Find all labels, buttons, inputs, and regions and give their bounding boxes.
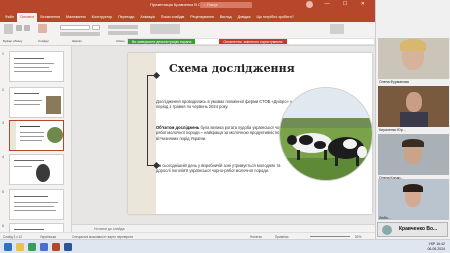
powerpoint-icon[interactable] [52, 243, 60, 251]
thumbnail-5[interactable] [9, 189, 64, 220]
notification-bar: Ви завершили демонстрацію екрана Оновлен… [127, 38, 375, 45]
find-icon[interactable] [330, 24, 344, 34]
tab-design[interactable]: Конструктор [89, 13, 116, 22]
notes-pane[interactable]: Нотатки до слайда [72, 224, 375, 232]
tell-me-box[interactable]: Що потрібно зробити? [254, 13, 297, 22]
slide-paragraph-2[interactable]: Об'єктом досліджень була велика рогата х… [156, 125, 294, 141]
tab-animations[interactable]: Анімація [137, 13, 157, 22]
zoom-app-icon[interactable] [40, 243, 48, 251]
group-slides: Слайди [38, 39, 49, 43]
tab-insert[interactable]: Вставлення [37, 13, 63, 22]
search-box[interactable]: ⌕ Пошук [200, 1, 252, 8]
start-icon[interactable] [4, 243, 12, 251]
clock-time: 16:42 [436, 242, 445, 246]
tab-help[interactable]: Довідка [235, 13, 254, 22]
slide-paragraph-3[interactable]: На сьогоднішній день у виробничій зоні у… [156, 163, 294, 174]
thumb-number: 1 [2, 52, 4, 56]
font-format-buttons[interactable] [60, 32, 100, 36]
cut-icon[interactable] [16, 25, 22, 31]
thumbnail-4[interactable] [9, 154, 64, 185]
ribbon-tabs: Файл Основне Вставлення Малювання Констр… [0, 9, 375, 22]
align-buttons[interactable] [108, 31, 138, 35]
zoom-level[interactable]: 52% [355, 235, 361, 239]
group-paragraph: Абзац [116, 39, 125, 43]
word-icon[interactable] [64, 243, 72, 251]
paste-icon[interactable] [4, 24, 13, 34]
thumbnail-3-selected[interactable] [9, 120, 64, 151]
browser-icon[interactable] [28, 243, 36, 251]
tab-file[interactable]: Файл [2, 13, 17, 22]
participant-tile[interactable] [378, 134, 449, 175]
tab-slideshow[interactable]: Показ слайдів [158, 13, 188, 22]
participant-name: Кириленко Юр... [379, 128, 406, 132]
tab-draw[interactable]: Малювання [63, 13, 89, 22]
notes-button[interactable]: Нотатки [250, 235, 262, 239]
current-slide[interactable]: Схема дослідження Дослідження проводилис… [128, 53, 372, 214]
tab-review[interactable]: Рецензування [187, 13, 216, 22]
slide-thumbnails: 1 2 3 4 5 6 [0, 46, 72, 238]
notif-green[interactable]: Ви завершили демонстрацію екрана [128, 39, 196, 44]
thumb-number: 2 [2, 88, 4, 92]
slide-bracket-line [147, 75, 148, 165]
user-avatar[interactable] [306, 1, 313, 8]
window-controls[interactable]: — ☐ ✕ [325, 1, 371, 7]
participants-panel: Олена Фурманова Кириленко Юр... Олена Ко… [375, 0, 450, 239]
accessibility-status[interactable]: Спеціальні можливості: варто перевірити [72, 235, 133, 239]
group-clipboard: Буфер обміну [3, 39, 23, 43]
language-indicator[interactable]: Українська [40, 235, 56, 239]
status-bar: Слайд 3 з 12 Українська Спеціальні можли… [0, 232, 375, 239]
slide-bold-term: Об'єктом досліджень [156, 125, 200, 130]
zoom-slider[interactable] [310, 236, 350, 237]
system-tray[interactable]: УКР 16:42 06.06.2024 [427, 242, 445, 251]
group-font: Шрифт [72, 39, 82, 43]
speaker-name: Кравченко Во... [399, 226, 438, 232]
thumb-number: 5 [2, 190, 4, 194]
list-buttons[interactable] [108, 25, 138, 29]
participant-tile[interactable] [378, 86, 449, 127]
new-slide-icon[interactable] [38, 24, 47, 33]
slide-title[interactable]: Схема дослідження [169, 62, 295, 75]
participant-tile[interactable] [378, 38, 449, 79]
notif-red[interactable]: Оновлення, зміненого користувачем [219, 39, 287, 44]
thumb-number: 3 [2, 121, 4, 125]
participant-name: Любо... [379, 216, 391, 220]
font-size-select[interactable] [92, 25, 100, 30]
comments-button[interactable]: Примітки [275, 235, 288, 239]
title-bar: Презентація Кравченко В.О. - PowerPoint … [0, 0, 375, 9]
participant-tile[interactable] [378, 179, 449, 220]
file-explorer-icon[interactable] [16, 243, 24, 251]
shapes-gallery[interactable] [150, 24, 180, 34]
cows-photo[interactable] [279, 87, 372, 181]
slide-side-band [128, 53, 156, 214]
thumbnail-1[interactable] [9, 51, 64, 82]
copy-icon[interactable] [24, 25, 30, 31]
participant-name: Олена Фурманова [379, 80, 409, 84]
keyboard-language[interactable]: УКР [429, 242, 436, 246]
taskbar: УКР 16:42 06.06.2024 [0, 239, 450, 253]
tab-view[interactable]: Вигляд [217, 13, 235, 22]
clock-date: 06.06.2024 [427, 246, 445, 251]
thumb-number: 4 [2, 155, 4, 159]
slide-counter: Слайд 3 з 12 [3, 234, 23, 239]
slide-paragraph-1[interactable]: Дослідження проводились в умовах племінн… [156, 99, 294, 110]
tab-home[interactable]: Основне [16, 13, 38, 22]
thumbnail-2[interactable] [9, 87, 64, 118]
thumb-number: 6 [2, 224, 4, 228]
font-family-select[interactable] [60, 25, 90, 30]
tab-transitions[interactable]: Переходи [115, 13, 137, 22]
active-speaker[interactable]: Кравченко Во... [377, 222, 448, 237]
